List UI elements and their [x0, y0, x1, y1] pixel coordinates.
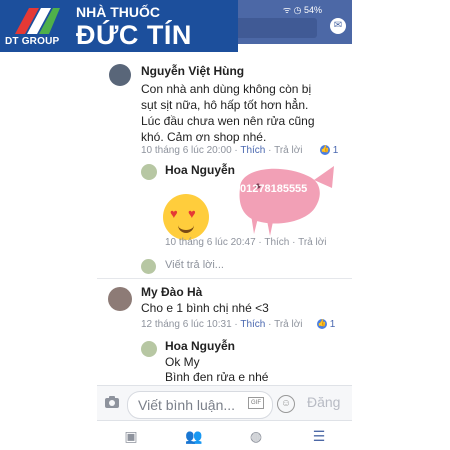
pharmacy-brand-banner: DT GROUP NHÀ THUỐC ĐỨC TÍN: [0, 0, 238, 52]
camera-icon[interactable]: [104, 395, 120, 409]
battery-level: 54%: [303, 5, 322, 15]
heart-eyes-emoji-sticker: ♥ ♥: [163, 194, 209, 240]
avatar: [141, 259, 156, 274]
reply-time: 10 tháng 6 lúc 20:47: [165, 237, 256, 248]
reply-link[interactable]: Trả lời: [274, 319, 302, 330]
like-reaction-icon: 👍: [317, 319, 327, 330]
like-link[interactable]: Thích: [240, 319, 265, 330]
brand-top-line: NHÀ THUỐC: [76, 4, 160, 20]
comment-time: 10 tháng 6 lúc 20:00: [141, 145, 232, 156]
sticker-phone-number: 01278185555: [240, 183, 308, 195]
like-link[interactable]: Thích: [240, 145, 265, 156]
comment-line: sụt sịt nữa, hô hấp tốt hơn hẳn.: [141, 98, 309, 112]
comment-input-placeholder: Viết bình luận...: [138, 397, 236, 413]
reaction-count[interactable]: 👍 1: [320, 145, 338, 156]
reply-link[interactable]: Trả lời: [298, 237, 326, 248]
status-bar: ᯤ ◷ 54%: [283, 3, 322, 16]
bottom-navigation: ▣ 👥 ◍ ☰: [97, 420, 352, 450]
reply-commenter-name[interactable]: Hoa Nguyễn: [165, 163, 235, 177]
comment-line: Con nhà anh dùng không còn bị: [141, 82, 312, 96]
comment-meta: 10 tháng 6 lúc 20:00 · Thích · Trả lời: [141, 145, 303, 156]
write-reply-input[interactable]: Viết trả lời...: [165, 259, 224, 271]
reply-meta: 10 tháng 6 lúc 20:47 · Thích · Trả lời: [165, 237, 327, 248]
reply-link[interactable]: Trả lời: [274, 145, 302, 156]
avatar[interactable]: [141, 341, 157, 357]
messenger-icon[interactable]: ✉: [330, 18, 346, 34]
reply-commenter-name[interactable]: Hoa Nguyễn: [165, 339, 235, 353]
reply-line: Ok My: [165, 355, 200, 369]
avatar[interactable]: [109, 64, 131, 86]
friends-icon[interactable]: 👥: [185, 429, 202, 443]
brand-main-line: ĐỨC TÍN: [76, 20, 192, 50]
facebook-comment-screen: ᯤ ◷ 54% ✉ Nguyễn Việt Hùng Con nhà anh d…: [97, 0, 352, 450]
comment-composer: Viết bình luận... GIF ☺ Đăng: [97, 385, 352, 422]
commenter-name[interactable]: My Đào Hà: [141, 285, 202, 299]
brand-group-name: DT GROUP: [5, 36, 60, 47]
avatar[interactable]: [108, 287, 132, 311]
dt-group-logo-icon: [15, 8, 60, 34]
globe-icon[interactable]: ◍: [248, 429, 264, 443]
reaction-count[interactable]: 👍 1: [317, 319, 335, 330]
like-link[interactable]: Thích: [264, 237, 289, 248]
reply-line: Bình đen rửa e nhé: [165, 370, 269, 384]
emoji-icon[interactable]: ☺: [277, 395, 295, 413]
post-button[interactable]: Đăng: [307, 394, 340, 410]
comment-meta: 12 tháng 6 lúc 10:31 · Thích · Trả lời: [141, 319, 303, 330]
wifi-icon: ᯤ: [282, 5, 292, 15]
gif-icon[interactable]: GIF: [248, 397, 264, 409]
comment-line: Cho e 1 bình chị nhé <3: [141, 301, 269, 315]
alarm-icon: ◷: [293, 5, 302, 15]
news-feed-icon[interactable]: ▣: [123, 429, 139, 443]
comment-line: khó. Cảm ơn shop nhé.: [141, 130, 267, 144]
comment-line: Lúc đầu chưa wen nên rửa cũng: [141, 114, 315, 128]
comment-divider: [97, 278, 352, 279]
commenter-name[interactable]: Nguyễn Việt Hùng: [141, 64, 244, 78]
avatar[interactable]: [141, 164, 157, 180]
comment-time: 12 tháng 6 lúc 10:31: [141, 319, 232, 330]
whale-sticker: [239, 166, 334, 236]
menu-icon[interactable]: ☰: [311, 429, 327, 443]
like-reaction-icon: 👍: [320, 145, 330, 156]
